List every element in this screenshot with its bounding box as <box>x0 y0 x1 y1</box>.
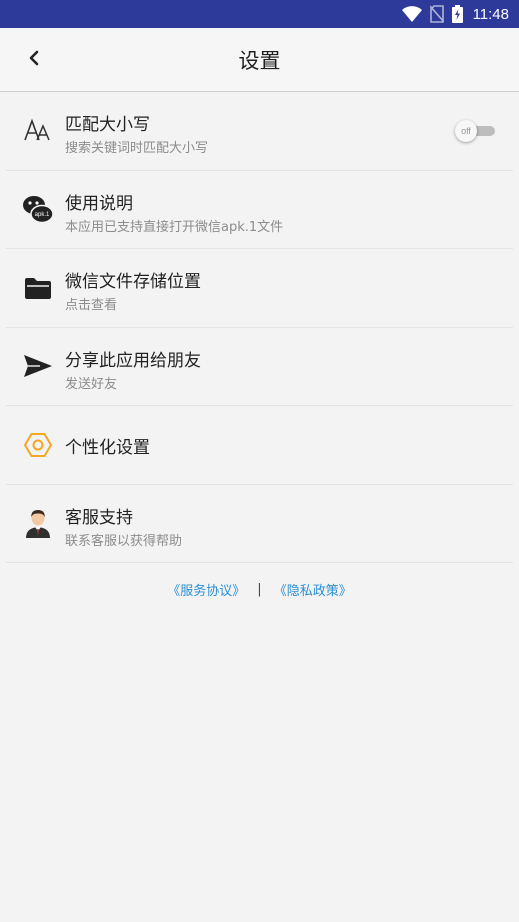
footer-links: 《服务协议》 | 《隐私政策》 <box>0 578 519 600</box>
service-agreement-link[interactable]: 《服务协议》 <box>167 580 245 599</box>
setting-storage-location[interactable]: 微信文件存储位置 点击查看 <box>6 249 513 328</box>
no-sim-icon <box>429 5 444 23</box>
font-case-icon <box>22 115 54 147</box>
match-case-toggle[interactable]: off <box>455 120 499 142</box>
app-bar: 设置 <box>0 28 519 92</box>
setting-subtitle: 本应用已支持直接打开微信apk.1文件 <box>65 219 284 235</box>
toggle-thumb: off <box>455 120 477 142</box>
setting-title: 个性化设置 <box>65 438 150 458</box>
setting-subtitle: 联系客服以获得帮助 <box>65 533 183 549</box>
battery-charging-icon <box>451 5 463 23</box>
back-button[interactable] <box>14 44 54 76</box>
privacy-policy-link[interactable]: 《隐私政策》 <box>274 580 352 599</box>
setting-customer-support[interactable]: 客服支持 联系客服以获得帮助 <box>6 485 513 563</box>
setting-subtitle: 点击查看 <box>65 298 118 313</box>
setting-share-app[interactable]: 分享此应用给朋友 发送好友 <box>6 328 513 406</box>
setting-title: 分享此应用给朋友 <box>65 350 201 371</box>
setting-personalization[interactable]: 个性化设置 <box>6 406 513 485</box>
customer-service-icon <box>22 507 54 539</box>
status-bar: 11:48 <box>0 0 519 28</box>
toggle-state-label: off <box>461 126 471 136</box>
setting-subtitle: 发送好友 <box>65 376 118 392</box>
chevron-left-icon <box>28 49 40 71</box>
link-separator: | <box>257 581 262 597</box>
setting-title: 客服支持 <box>65 507 133 528</box>
settings-list: 匹配大小写 搜索关键词时匹配大小写 off apk.1 使用说明 本应用已支持直… <box>0 92 519 563</box>
wechat-apk-icon: apk.1 <box>22 193 54 225</box>
status-time: 11:48 <box>472 5 509 23</box>
folder-icon <box>22 272 54 304</box>
page-title: 设置 <box>238 48 281 73</box>
setting-match-case[interactable]: 匹配大小写 搜索关键词时匹配大小写 off <box>6 92 513 171</box>
setting-subtitle: 搜索关键词时匹配大小写 <box>65 141 209 156</box>
setting-title: 匹配大小写 <box>65 115 150 135</box>
hexagon-settings-icon <box>22 429 54 461</box>
svg-text:apk.1: apk.1 <box>35 212 50 218</box>
setting-title: 微信文件存储位置 <box>65 272 201 292</box>
setting-title: 使用说明 <box>65 193 133 214</box>
wifi-icon <box>401 6 422 22</box>
setting-instructions[interactable]: apk.1 使用说明 本应用已支持直接打开微信apk.1文件 <box>6 171 513 249</box>
send-icon <box>22 350 54 382</box>
